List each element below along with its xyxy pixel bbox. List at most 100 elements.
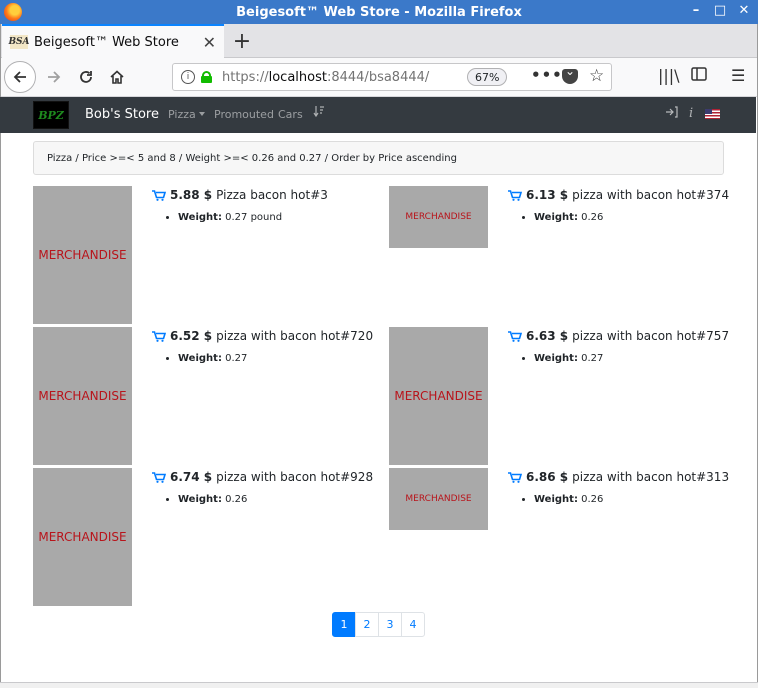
product-info: 6.63 $ pizza with bacon hot#757 Weight: … [508,329,729,364]
product-title: 6.52 $ pizza with bacon hot#720 [152,329,373,343]
minimize-icon[interactable]: – [688,3,704,18]
info-icon[interactable]: i [181,70,195,84]
zoom-level-button[interactable]: 67% [467,68,508,86]
product-specs: Weight: 0.27 [508,353,729,364]
page-1-button[interactable]: 1 [332,612,356,637]
site-favicon-icon: BSA [8,35,30,49]
page-3-button[interactable]: 3 [378,612,402,637]
hamburger-menu-icon[interactable]: ☰ [731,66,745,85]
product-card: MERCHANDISE 6.86 $ pizza with bacon hot#… [389,468,729,606]
reload-icon [80,71,92,83]
window-bottom-edge [0,682,758,688]
window-controls: – □ ✕ [688,3,752,18]
home-button[interactable] [101,61,133,93]
cart-icon[interactable] [152,189,166,201]
product-title: 6.86 $ pizza with bacon hot#313 [508,470,729,484]
library-icon[interactable]: |||\ [658,66,680,85]
sidebar-icon[interactable] [691,66,707,85]
spec-value: 0.27 [225,353,248,364]
product-price: 6.13 $ [526,188,569,202]
page-actions-icon[interactable]: ••• [531,66,563,84]
brand-logo[interactable]: BPZ [33,101,69,129]
product-specs: Weight: 0.26 [152,494,373,505]
product-image[interactable]: MERCHANDISE [389,468,488,530]
product-price: 6.52 $ [170,329,213,343]
brand-name[interactable]: Bob's Store [85,107,159,122]
product-name[interactable]: pizza with bacon hot#757 [572,329,729,343]
product-image[interactable]: MERCHANDISE [33,186,132,324]
cart-icon[interactable] [152,330,166,342]
cart-icon[interactable] [508,471,522,483]
product-name[interactable]: pizza with bacon hot#374 [572,188,729,202]
product-title: 6.63 $ pizza with bacon hot#757 [508,329,729,343]
product-card: MERCHANDISE 6.63 $ pizza with bacon hot#… [389,327,729,465]
tab-strip: BSA Beigesoft™ Web Store ✕ + [0,24,758,58]
bookmark-star-icon[interactable]: ☆ [589,66,604,86]
firefox-logo-icon [4,3,22,21]
spec-value: 0.26 [581,494,604,505]
spec-label: Weight: [178,353,222,364]
home-icon [110,70,124,84]
menu-item-cars[interactable]: Cars [278,108,303,121]
product-info: 6.74 $ pizza with bacon hot#928 Weight: … [152,470,373,505]
product-image[interactable]: MERCHANDISE [33,468,132,606]
browser-tab[interactable]: BSA Beigesoft™ Web Store ✕ [2,24,224,58]
sort-icon[interactable] [313,105,324,122]
page-4-button[interactable]: 4 [401,612,425,637]
lock-icon[interactable] [201,71,212,83]
tab-close-icon[interactable]: ✕ [203,33,216,52]
address-bar[interactable]: i https://localhost:8444/bsa8444/ 67% ••… [172,63,612,91]
maximize-icon[interactable]: □ [712,3,728,18]
product-price: 6.63 $ [526,329,569,343]
menu-item-promouted[interactable]: Promouted [214,108,274,121]
cart-icon[interactable] [508,330,522,342]
site-navbar: BPZ Bob's Store Pizza Promouted Cars i [0,97,756,133]
product-title: 6.13 $ pizza with bacon hot#374 [508,188,729,202]
product-info: 5.88 $ Pizza bacon hot#3 Weight: 0.27 po… [152,188,328,223]
pagination: 1 2 3 4 [332,612,425,637]
url-path: :8444/bsa8444/ [326,69,430,85]
product-specs: Weight: 0.27 pound [152,212,328,223]
login-icon[interactable] [665,106,678,122]
product-name[interactable]: pizza with bacon hot#720 [216,329,373,343]
forward-button[interactable] [38,61,70,93]
product-specs: Weight: 0.27 [152,353,373,364]
url-host: localhost [268,69,327,85]
product-name[interactable]: pizza with bacon hot#928 [216,470,373,484]
spec-label: Weight: [534,212,578,223]
product-price: 5.88 $ [170,188,213,202]
spec-label: Weight: [534,494,578,505]
info-icon[interactable]: i [689,106,693,121]
menu-item-pizza[interactable]: Pizza [168,108,205,121]
product-title: 5.88 $ Pizza bacon hot#3 [152,188,328,202]
page-2-button[interactable]: 2 [355,612,379,637]
product-name[interactable]: pizza with bacon hot#313 [572,470,729,484]
cart-icon[interactable] [508,189,522,201]
filter-breadcrumb-text: Pizza / Price >=< 5 and 8 / Weight >=< 0… [47,152,457,164]
spec-value: 0.26 [581,212,604,223]
us-flag-icon[interactable] [705,109,720,119]
product-card: MERCHANDISE 6.52 $ pizza with bacon hot#… [33,327,373,465]
back-button[interactable] [4,61,36,93]
new-tab-button[interactable]: + [230,28,254,54]
product-name[interactable]: Pizza bacon hot#3 [216,188,328,202]
spec-value: 0.27 pound [225,212,283,223]
cart-icon[interactable] [152,471,166,483]
product-image[interactable]: MERCHANDISE [33,327,132,465]
product-price: 6.74 $ [170,470,213,484]
product-specs: Weight: 0.26 [508,212,729,223]
spec-weight: Weight: 0.27 [178,353,373,364]
spec-label: Weight: [534,353,578,364]
spec-weight: Weight: 0.26 [534,494,729,505]
product-image[interactable]: MERCHANDISE [389,186,488,248]
filter-breadcrumb: Pizza / Price >=< 5 and 8 / Weight >=< 0… [33,141,724,175]
url-scheme: https:// [222,69,269,85]
product-info: 6.52 $ pizza with bacon hot#720 Weight: … [152,329,373,364]
pocket-icon[interactable] [562,64,578,84]
spec-value: 0.26 [225,494,248,505]
close-window-icon[interactable]: ✕ [736,3,752,18]
url-text[interactable]: https://localhost:8444/bsa8444/ [222,70,442,85]
product-image[interactable]: MERCHANDISE [389,327,488,465]
product-card: MERCHANDISE 5.88 $ Pizza bacon hot#3 Wei… [33,186,373,324]
reload-button[interactable] [70,61,102,93]
